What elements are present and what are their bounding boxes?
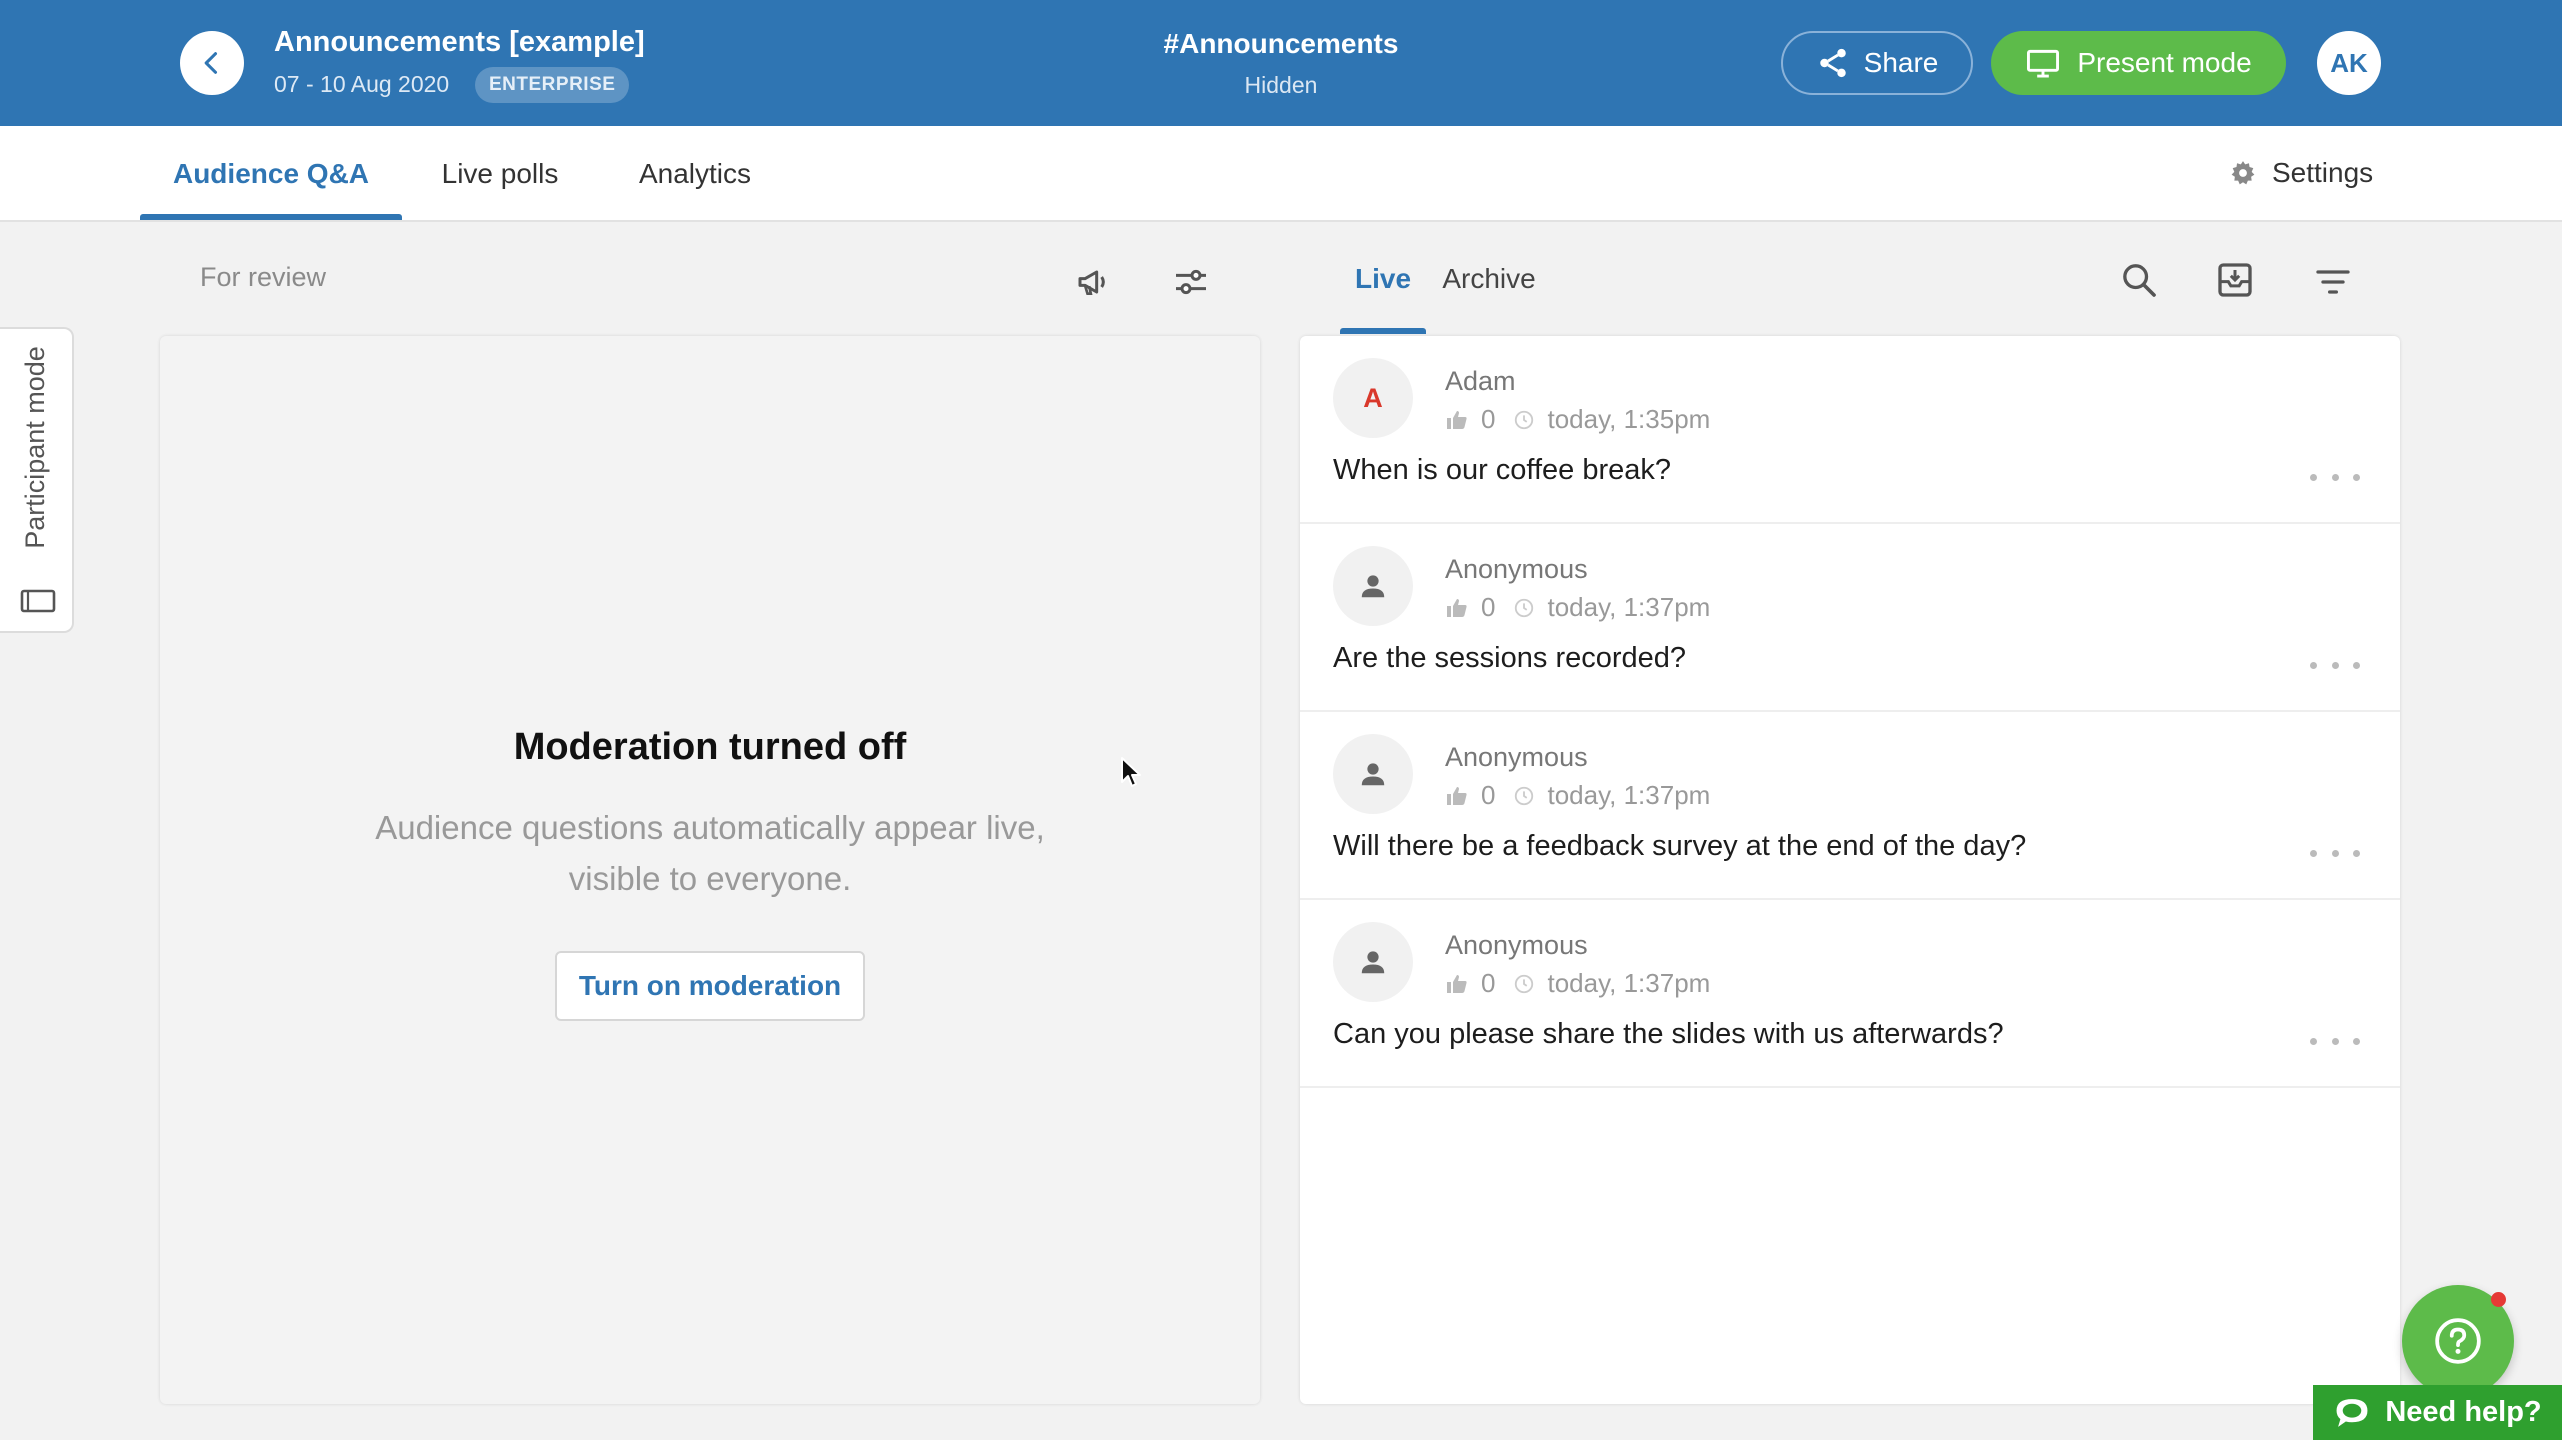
likes-count: 0 [1481, 780, 1496, 810]
question-author: Anonymous [1445, 554, 1588, 584]
present-mode-label: Present mode [2077, 47, 2252, 78]
question-time: today, 1:35pm [1547, 404, 1711, 434]
for-review-heading: For review [200, 262, 327, 292]
tab-live-polls[interactable]: Live polls [430, 126, 570, 220]
event-date: 07 - 10 Aug 2020 [274, 71, 450, 97]
participant-mode-label: Participant mode [19, 345, 50, 549]
settings-button[interactable]: Settings [2230, 126, 2373, 220]
tab-live[interactable]: Live [1340, 248, 1426, 332]
question-meta: 0 today, 1:37pm [1445, 592, 1710, 623]
event-title: Announcements [example] [274, 26, 645, 58]
question-text: Can you please share the slides with us … [1333, 1018, 2004, 1050]
participant-mode-label-wrap: Participant mode [0, 327, 74, 567]
plan-badge: ENTERPRISE [475, 67, 630, 103]
archive-all-button[interactable] [2215, 260, 2255, 300]
archive-download-icon [2218, 263, 2252, 297]
present-mode-button[interactable]: Present mode [1991, 31, 2286, 95]
room-name: #Announcements [1163, 28, 1399, 59]
thumbs-up-icon[interactable] [1445, 408, 1469, 432]
more-options-button[interactable] [2310, 1026, 2360, 1056]
person-icon [1361, 951, 1385, 974]
avatar: A [1333, 358, 1413, 438]
tab-archive[interactable]: Archive [1438, 248, 1540, 332]
question-time: today, 1:37pm [1547, 780, 1711, 810]
clock-icon [1515, 786, 1534, 805]
search-icon [2123, 264, 2156, 297]
avatar [1333, 546, 1413, 626]
person-icon [1361, 575, 1385, 598]
question-text: When is our coffee break? [1333, 454, 1671, 486]
question-meta: 0 today, 1:37pm [1445, 968, 1710, 999]
avatar [1333, 922, 1413, 1002]
question-item[interactable]: A Adam 0 today, 1:35pm When is our coffe… [1300, 336, 2400, 524]
need-help-button[interactable]: Need help? [2313, 1385, 2562, 1440]
avatar-letter: A [1363, 382, 1383, 413]
moderation-title: Moderation turned off [513, 726, 907, 768]
search-button[interactable] [2119, 260, 2159, 300]
question-meta: 0 today, 1:37pm [1445, 780, 1710, 811]
tablet-icon [20, 589, 56, 613]
question-time: today, 1:37pm [1547, 592, 1711, 622]
need-help-label: Need help? [2385, 1396, 2542, 1428]
filter-icon [2316, 270, 2350, 294]
filter-button[interactable] [2313, 262, 2353, 302]
likes-count: 0 [1481, 968, 1496, 998]
thumbs-up-icon[interactable] [1445, 972, 1469, 996]
question-item[interactable]: Anonymous 0 today, 1:37pm Are the sessio… [1300, 524, 2400, 712]
question-item[interactable]: Anonymous 0 today, 1:37pm Will there be … [1300, 712, 2400, 900]
question-mark-icon [2435, 1318, 2481, 1364]
announcement-button[interactable] [1075, 262, 1115, 302]
active-tab-indicator [140, 214, 402, 220]
more-options-button[interactable] [2310, 462, 2360, 492]
question-author: Anonymous [1445, 930, 1588, 960]
question-text: Will there be a feedback survey at the e… [1333, 830, 2027, 862]
share-button[interactable]: Share [1781, 31, 1973, 95]
question-time: today, 1:37pm [1547, 968, 1711, 998]
thumbs-up-icon[interactable] [1445, 784, 1469, 808]
chevron-left-icon [204, 52, 218, 74]
mouse-cursor-icon [1121, 757, 1141, 787]
more-options-button[interactable] [2310, 650, 2360, 680]
settings-label: Settings [2272, 157, 2374, 188]
turn-on-moderation-button[interactable]: Turn on moderation [555, 951, 865, 1021]
back-button[interactable] [180, 31, 244, 95]
thumbs-up-icon[interactable] [1445, 596, 1469, 620]
more-options-button[interactable] [2310, 838, 2360, 868]
megaphone-icon [1078, 270, 1105, 295]
question-author: Adam [1445, 366, 1516, 396]
question-text: Are the sessions recorded? [1333, 642, 1687, 674]
moderation-description: Audience questions automatically appear … [375, 809, 1045, 897]
avatar [1333, 734, 1413, 814]
question-author: Anonymous [1445, 742, 1588, 772]
nav-bar: Audience Q&A Live polls Analytics Settin… [0, 126, 2562, 222]
sliders-icon [1176, 269, 1206, 295]
room-status: Hidden [1244, 72, 1318, 98]
likes-count: 0 [1481, 404, 1496, 434]
gear-icon [2231, 161, 2255, 185]
monitor-icon [2027, 49, 2060, 78]
share-icon [1819, 48, 1846, 78]
share-label: Share [1863, 47, 1939, 78]
question-meta: 0 today, 1:35pm [1445, 404, 1710, 435]
question-item[interactable]: Anonymous 0 today, 1:37pm Can you please… [1300, 900, 2400, 1088]
person-icon [1361, 763, 1385, 786]
chat-bubble-icon [2336, 1398, 2368, 1427]
review-settings-button[interactable] [1171, 262, 1211, 302]
clock-icon [1515, 974, 1534, 993]
tab-analytics[interactable]: Analytics [620, 126, 770, 220]
notification-dot [2491, 1292, 2506, 1307]
live-tab-indicator [1340, 328, 1426, 334]
likes-count: 0 [1481, 592, 1496, 622]
tab-audience-qa[interactable]: Audience Q&A [140, 126, 402, 220]
user-avatar[interactable]: AK [2317, 31, 2381, 95]
live-questions-panel: A Adam 0 today, 1:35pm When is our coffe… [1300, 336, 2400, 1404]
clock-icon [1515, 410, 1534, 429]
clock-icon [1515, 598, 1534, 617]
